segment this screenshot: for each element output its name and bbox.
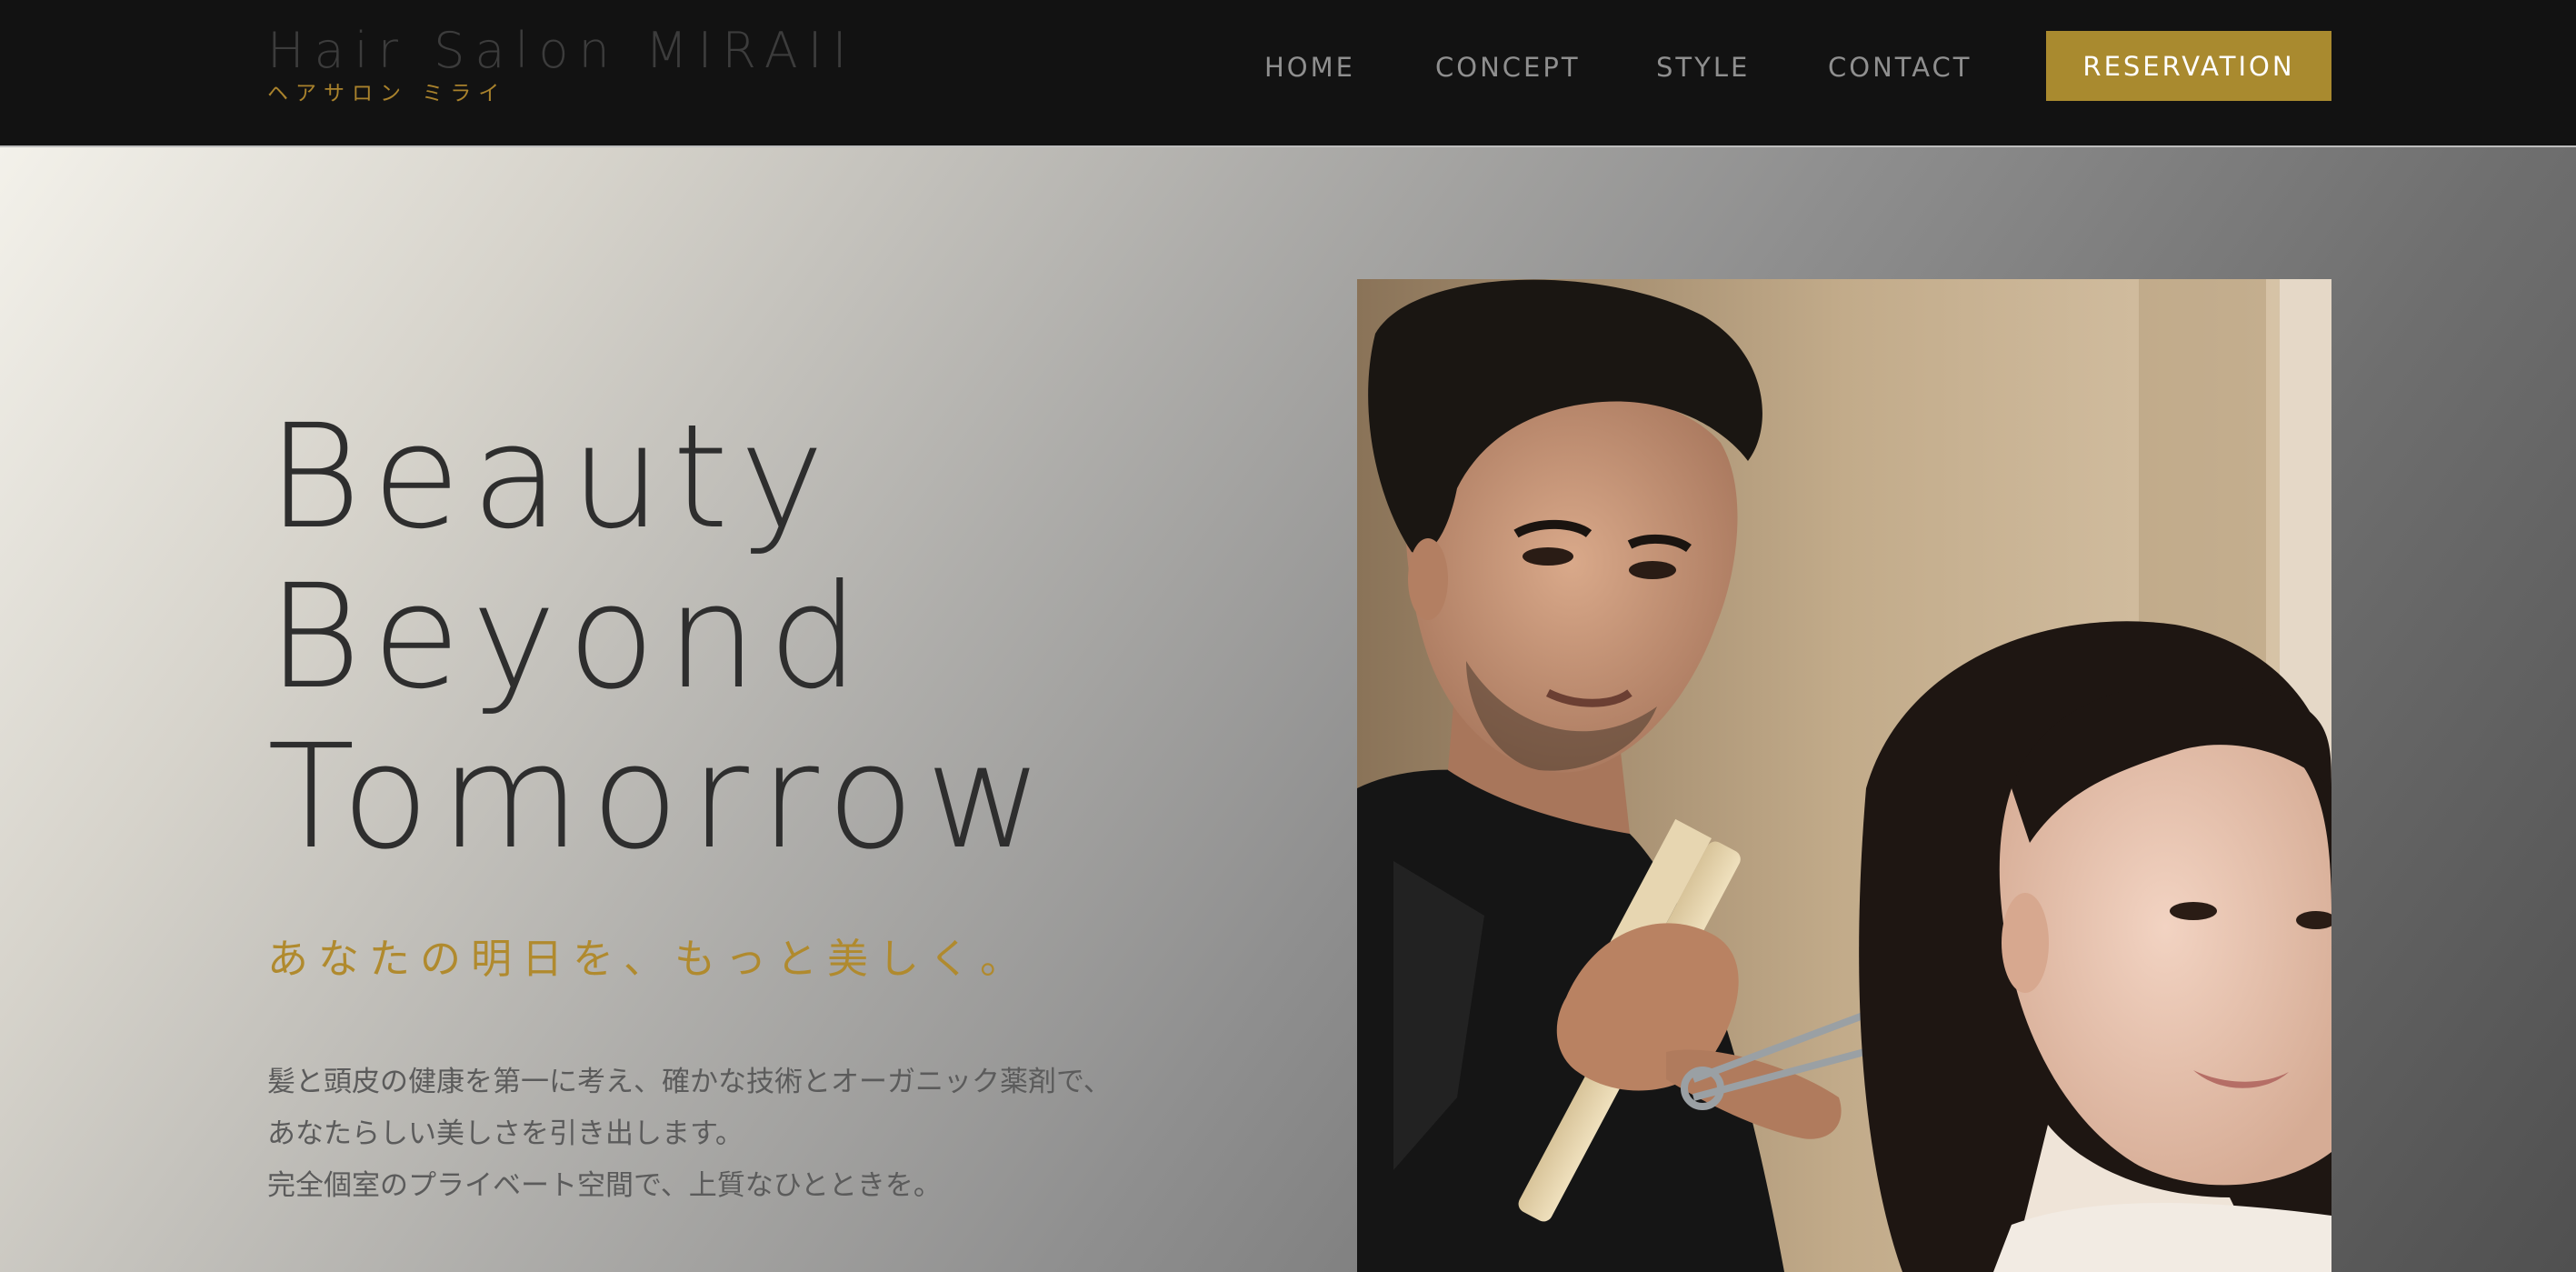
hero-section: Beauty Beyond Tomorrow あなたの明日を、もっと美しく。 髪… (0, 147, 2576, 1272)
reservation-button[interactable]: RESERVATION (2046, 31, 2331, 101)
hero-description-line-3: 完全個室のプライベート空間で、上質なひとときを。 (267, 1169, 942, 1202)
hero-description: 髪と頭皮の健康を第一に考え、確かな技術とオーガニック薬剤で、 あなたらしい美しさ… (267, 1057, 1112, 1212)
nav-home-link[interactable]: HOME (1264, 47, 1355, 87)
nav-style-link[interactable]: STYLE (1656, 47, 1750, 87)
hero-title: Beauty Beyond Tomorrow (267, 397, 1053, 877)
site-header: Hair Salon MIRAII ヘアサロン ミライ HOME CONCEPT… (0, 0, 2576, 147)
hero-title-line-1: Beauty (267, 394, 836, 561)
nav-contact-link[interactable]: CONTACT (1828, 47, 1972, 87)
hero-tagline: あなたの明日を、もっと美しく。 (267, 935, 1032, 983)
hero-photo-stylist-cutting-hair (1357, 279, 2331, 1272)
hero-description-line-2: あなたらしい美しさを引き出します。 (267, 1117, 744, 1150)
hero-title-line-3: Tomorrow (267, 714, 1054, 881)
logo-title: Hair Salon MIRAII (267, 22, 857, 79)
hero-title-line-2: Beyond (267, 554, 871, 721)
logo[interactable]: Hair Salon MIRAII ヘアサロン ミライ (267, 22, 857, 107)
logo-subtitle: ヘアサロン ミライ (267, 82, 507, 105)
nav-concept-link[interactable]: CONCEPT (1435, 47, 1581, 87)
hero-description-line-1: 髪と頭皮の健康を第一に考え、確かな技術とオーガニック薬剤で、 (267, 1066, 1112, 1098)
